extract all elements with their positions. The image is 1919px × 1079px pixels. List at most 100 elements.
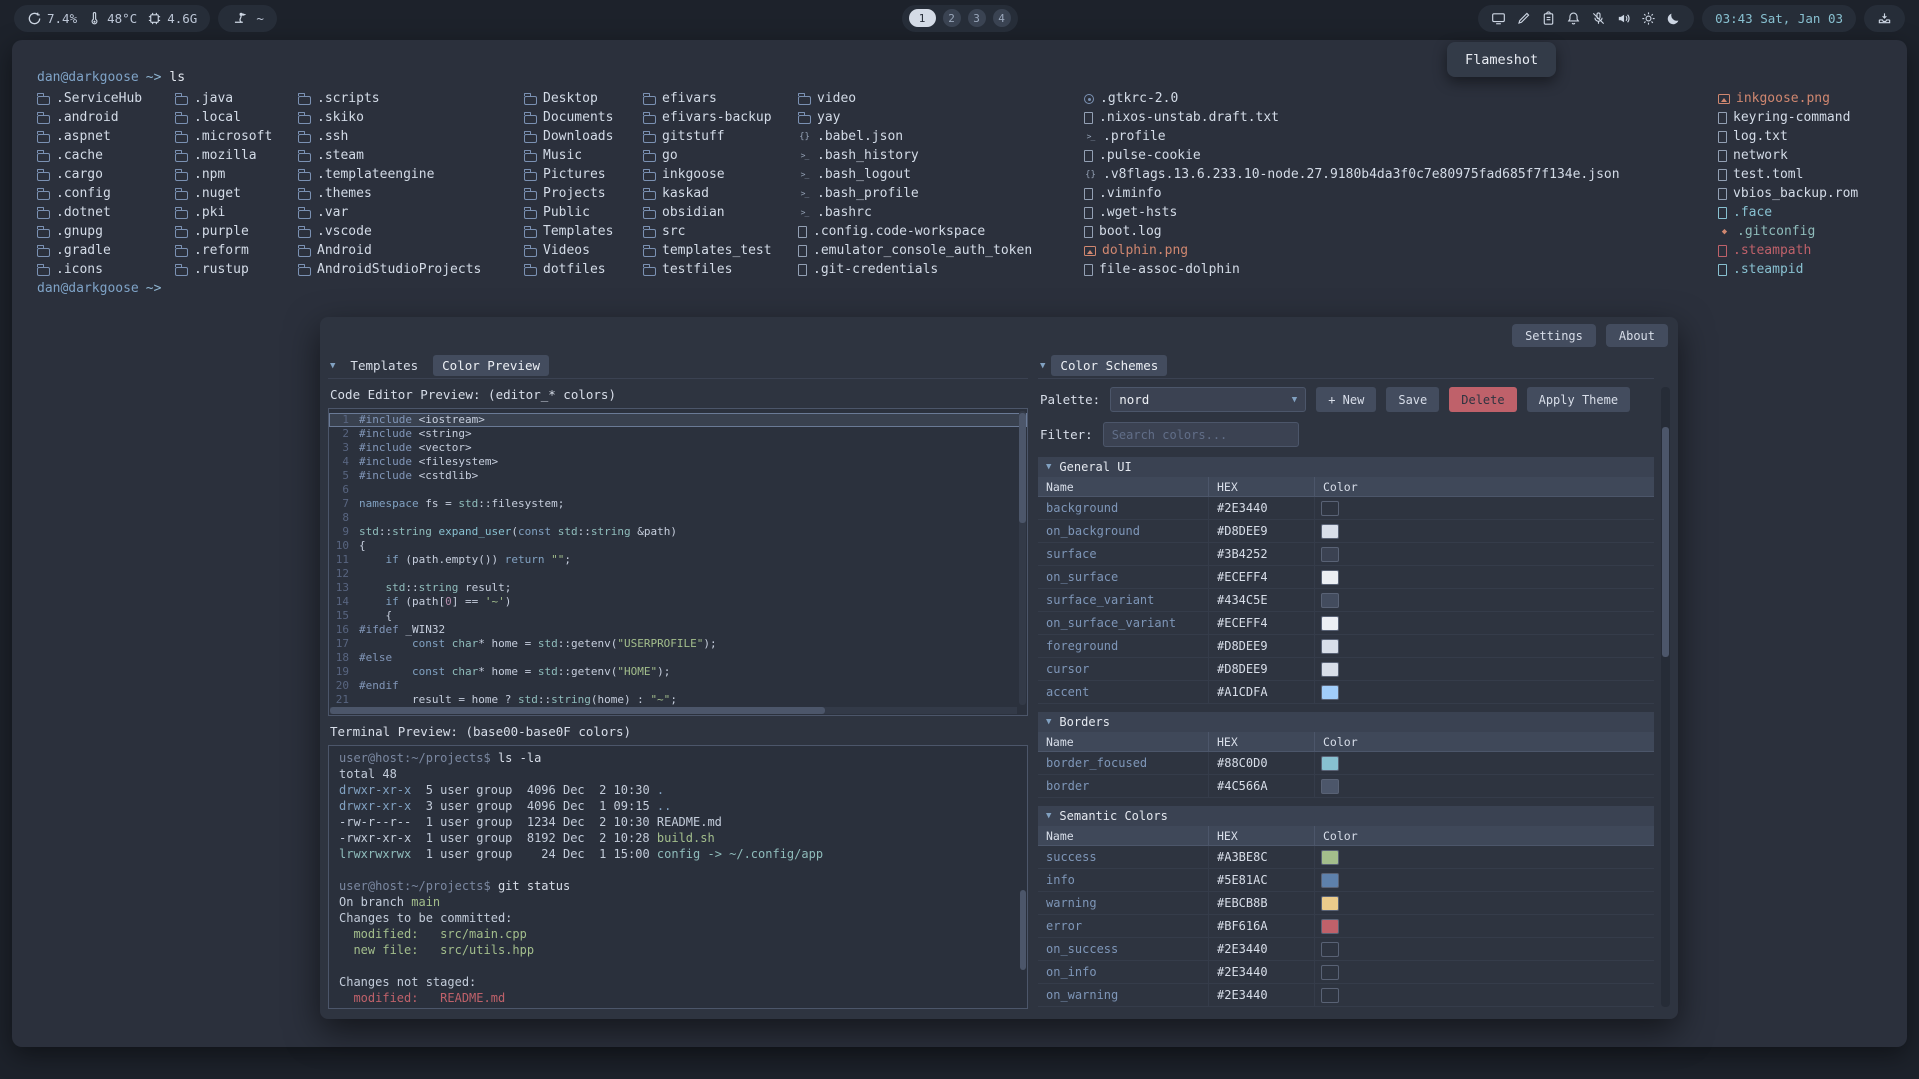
settings-button[interactable]: Settings xyxy=(1512,324,1596,347)
file-entry: .purple xyxy=(175,222,298,241)
color-tables-scrollbar[interactable] xyxy=(1661,387,1670,1007)
file-entry: {}.v8flags.13.6.233.10-node.27.9180b4da3… xyxy=(1084,165,1718,184)
color-swatch[interactable] xyxy=(1321,942,1339,957)
color-swatch[interactable] xyxy=(1321,965,1339,980)
color-row[interactable]: on_surface#ECEFF4 xyxy=(1038,566,1654,589)
volume-icon[interactable] xyxy=(1616,11,1631,26)
section-header[interactable]: ▼Semantic Colors xyxy=(1038,806,1654,826)
color-swatch[interactable] xyxy=(1321,779,1339,794)
color-row[interactable]: on_info#2E3440 xyxy=(1038,961,1654,984)
editor-preview-label: Code Editor Preview: (editor_* colors) xyxy=(330,387,1026,402)
color-row[interactable]: foreground#D8DEE9 xyxy=(1038,635,1654,658)
color-swatch[interactable] xyxy=(1321,593,1339,608)
color-row[interactable]: info#5E81AC xyxy=(1038,869,1654,892)
color-row[interactable]: warning#EBCB8B xyxy=(1038,892,1654,915)
color-row[interactable]: surface#3B4252 xyxy=(1038,543,1654,566)
file-entry: .local xyxy=(175,108,298,127)
editor-vertical-scrollbar[interactable] xyxy=(1019,411,1026,705)
color-swatch[interactable] xyxy=(1321,570,1339,585)
systray-pill[interactable] xyxy=(1864,5,1905,32)
workspace-1[interactable]: 1 xyxy=(909,9,936,27)
file-icon xyxy=(1718,188,1727,200)
color-row[interactable]: success#A3BE8C xyxy=(1038,846,1654,869)
terminal-preview-line xyxy=(339,958,1017,974)
color-row[interactable]: on_background#D8DEE9 xyxy=(1038,520,1654,543)
clock[interactable]: 03:43 Sat, Jan 03 xyxy=(1702,5,1856,32)
color-swatch[interactable] xyxy=(1321,988,1339,1003)
file-entry: .var xyxy=(298,203,524,222)
color-row[interactable]: on_surface_variant#ECEFF4 xyxy=(1038,612,1654,635)
file-entry: go xyxy=(643,146,798,165)
clipboard-icon[interactable] xyxy=(1541,11,1556,26)
color-swatch[interactable] xyxy=(1321,873,1339,888)
folder-icon xyxy=(643,248,656,257)
file-entry: templates_test xyxy=(643,241,798,260)
memory-usage: 4.6G xyxy=(147,11,197,26)
table-header-row: NameHEXColor xyxy=(1038,732,1654,752)
file-entry: file-assoc-dolphin xyxy=(1084,260,1718,279)
bell-icon[interactable] xyxy=(1566,11,1581,26)
night-light-icon[interactable] xyxy=(1666,11,1681,26)
file-entry: efivars-backup xyxy=(643,108,798,127)
color-swatch[interactable] xyxy=(1321,919,1339,934)
color-row[interactable]: cursor#D8DEE9 xyxy=(1038,658,1654,681)
folder-icon xyxy=(524,96,537,105)
filter-input[interactable] xyxy=(1103,422,1299,447)
brush-icon[interactable] xyxy=(1516,11,1531,26)
color-swatch[interactable] xyxy=(1321,547,1339,562)
column-header: Color xyxy=(1314,732,1654,751)
color-swatch[interactable] xyxy=(1321,850,1339,865)
terminal-preview-scrollbar[interactable] xyxy=(1020,748,1026,1006)
color-row[interactable]: on_warning#2E3440 xyxy=(1038,984,1654,1007)
chevron-down-icon[interactable]: ▼ xyxy=(330,361,335,371)
apply-theme-button[interactable]: Apply Theme xyxy=(1527,387,1630,412)
folder-icon xyxy=(524,210,537,219)
section-header[interactable]: ▼Borders xyxy=(1038,712,1654,732)
tab-color-preview[interactable]: Color Preview xyxy=(433,355,549,376)
workspace-3[interactable]: 3 xyxy=(968,9,986,27)
delete-button[interactable]: Delete xyxy=(1449,387,1516,412)
code-line: 4#include <filesystem> xyxy=(329,455,1027,469)
color-swatch[interactable] xyxy=(1321,501,1339,516)
color-row[interactable]: border#4C566A xyxy=(1038,775,1654,798)
terminal-preview-line: new file: src/utils.hpp xyxy=(339,942,1017,958)
chevron-down-icon[interactable]: ▼ xyxy=(1040,361,1045,371)
color-swatch[interactable] xyxy=(1321,756,1339,771)
color-row[interactable]: background#2E3440 xyxy=(1038,497,1654,520)
tray-icon xyxy=(1877,11,1892,26)
color-swatch[interactable] xyxy=(1321,685,1339,700)
tab-color-schemes[interactable]: Color Schemes xyxy=(1051,355,1167,376)
folder-icon xyxy=(643,210,656,219)
color-swatch[interactable] xyxy=(1321,616,1339,631)
file-entry: .ServiceHub xyxy=(37,89,175,108)
save-button[interactable]: Save xyxy=(1386,387,1439,412)
color-swatch[interactable] xyxy=(1321,524,1339,539)
color-row[interactable]: accent#A1CDFA xyxy=(1038,681,1654,704)
mic-off-icon[interactable] xyxy=(1591,11,1606,26)
folder-icon xyxy=(643,172,656,181)
palette-select[interactable]: nord ▼ xyxy=(1110,387,1306,412)
color-row[interactable]: on_success#2E3440 xyxy=(1038,938,1654,961)
brightness-icon[interactable] xyxy=(1641,11,1656,26)
workspace-4[interactable]: 4 xyxy=(993,9,1011,27)
color-swatch[interactable] xyxy=(1321,896,1339,911)
home-pill[interactable]: ~ xyxy=(218,5,277,32)
workspace-2[interactable]: 2 xyxy=(943,9,961,27)
color-row[interactable]: border_focused#88C0D0 xyxy=(1038,752,1654,775)
about-button[interactable]: About xyxy=(1606,324,1668,347)
code-line: 17 const char* home = std::getenv("USERP… xyxy=(329,637,1027,651)
file-icon xyxy=(798,264,807,276)
tab-templates[interactable]: Templates xyxy=(341,355,427,376)
file-entry: Android xyxy=(298,241,524,260)
terminal-preview-line: modified: README.md xyxy=(339,990,1017,1006)
theme-manager-window: Settings About ▼ Templates Color Preview… xyxy=(320,317,1678,1019)
color-row[interactable]: error#BF616A xyxy=(1038,915,1654,938)
folder-icon xyxy=(524,153,537,162)
color-swatch[interactable] xyxy=(1321,639,1339,654)
new-palette-button[interactable]: + New xyxy=(1316,387,1376,412)
color-row[interactable]: surface_variant#434C5E xyxy=(1038,589,1654,612)
display-icon[interactable] xyxy=(1491,11,1506,26)
editor-horizontal-scrollbar[interactable] xyxy=(330,707,1017,714)
section-header[interactable]: ▼General UI xyxy=(1038,457,1654,477)
color-swatch[interactable] xyxy=(1321,662,1339,677)
